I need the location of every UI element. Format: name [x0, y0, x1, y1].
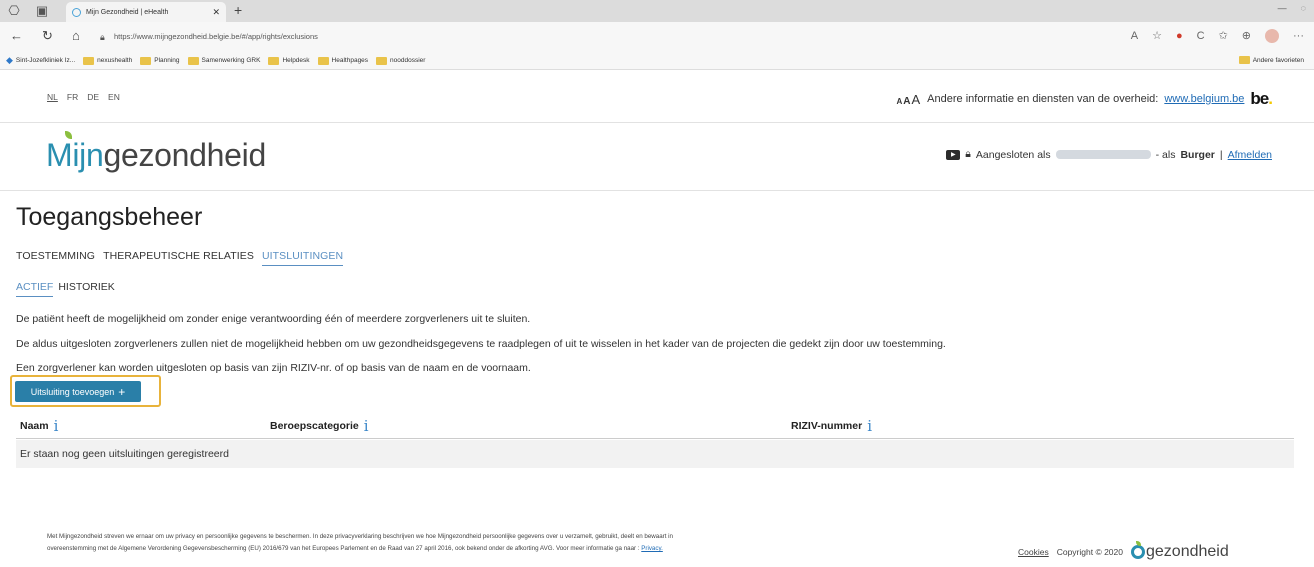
privacy-statement: Met Mijngezondheid streven we ernaar om … [47, 531, 947, 555]
logout-link[interactable]: Afmelden [1228, 149, 1272, 161]
mijngezondheid-logo[interactable]: Mijngezondheid [46, 131, 266, 174]
font-size-large[interactable]: A [912, 92, 922, 107]
back-icon[interactable]: ← [10, 28, 23, 43]
browser-toolbar-right: A ☆ ● C ✩ ⊕ ··· [1131, 27, 1304, 45]
subtab-actief[interactable]: ACTIEF [16, 281, 54, 297]
info-icon[interactable]: i [867, 419, 872, 434]
language-switcher: NL FR DE EN [47, 92, 120, 102]
footer-logo[interactable]: gezondheid [1131, 541, 1229, 561]
workspaces-icon[interactable]: ⎔ [6, 3, 22, 19]
info-icon[interactable]: i [364, 419, 369, 434]
column-header-naam[interactable]: Naam i [20, 419, 59, 434]
home-icon[interactable]: ⌂ [72, 28, 80, 43]
folder-icon [83, 56, 95, 65]
lock-icon: 🔒︎ [965, 148, 971, 160]
folder-icon [268, 56, 280, 65]
folder-icon [187, 56, 199, 65]
column-header-beroepscategorie[interactable]: Beroepscategorie i [270, 419, 369, 434]
logo-mark-icon [1131, 541, 1145, 559]
privacy-link[interactable]: Privacy. [641, 545, 663, 552]
read-aloud-icon[interactable]: A [1131, 27, 1138, 45]
site-favicon-icon [72, 7, 81, 17]
more-icon[interactable]: ··· [1293, 27, 1304, 45]
add-exclusion-button[interactable]: Uitsluiting toevoegen + [15, 381, 141, 402]
favorites-icon[interactable]: ✩ [1219, 27, 1228, 45]
info-icon[interactable]: i [54, 419, 59, 434]
header-divider [0, 190, 1314, 191]
window-controls: — ◌ [1278, 3, 1306, 13]
privacy-text: Met Mijngezondheid streven we ernaar om … [47, 533, 673, 540]
folder-icon [140, 56, 152, 65]
url-text: https://www.mijngezondheid.belgie.be/#/a… [114, 32, 318, 41]
collections-icon[interactable]: ⊕ [1242, 27, 1251, 45]
extension-icon[interactable]: ● [1176, 27, 1183, 45]
redacted-user-name [1055, 150, 1151, 159]
tab-uitsluitingen[interactable]: UITSLUITINGEN [261, 250, 344, 266]
role-prefix: - als [1155, 148, 1176, 161]
lang-fr[interactable]: FR [67, 92, 78, 102]
close-tab-icon[interactable]: ✕ [212, 7, 220, 18]
other-favorites[interactable]: Andere favorieten [1238, 56, 1304, 64]
favorite-item[interactable]: nexushealth [83, 56, 132, 65]
browser-tab[interactable]: Mijn Gezondheid | eHealth ✕ [66, 2, 226, 22]
tab-title: Mijn Gezondheid | eHealth [86, 8, 169, 16]
table-header: Naam i Beroepscategorie i RIZIV-nummer i [16, 413, 1294, 439]
profile-avatar[interactable] [1265, 29, 1279, 43]
lang-en[interactable]: EN [108, 92, 120, 102]
main-tabs: TOESTEMMING THERAPEUTISCHE RELATIES UITS… [16, 250, 344, 266]
restore-icon[interactable]: ◌ [1301, 3, 1306, 13]
page-title: Toegangsbeheer [16, 203, 203, 231]
folder-icon [317, 56, 329, 65]
plus-icon: + [118, 384, 126, 399]
favorite-item[interactable]: Planning [140, 56, 180, 65]
lang-nl[interactable]: NL [47, 92, 58, 102]
belgium-link[interactable]: www.belgium.be [1164, 93, 1244, 105]
cookies-link[interactable]: Cookies [1018, 547, 1049, 557]
font-size-controls: AAA [896, 92, 921, 107]
privacy-text: overeenstemming met de Algemene Verorden… [47, 545, 640, 552]
font-size-medium[interactable]: A [903, 96, 911, 107]
tab-actions-icon[interactable]: ▣ [34, 3, 50, 19]
lang-de[interactable]: DE [87, 92, 99, 102]
logged-in-label: Aangesloten als [975, 148, 1051, 161]
favorite-item[interactable]: nooddossier [376, 56, 425, 65]
minimize-icon[interactable]: — [1278, 3, 1287, 13]
be-logo[interactable]: be. [1250, 89, 1273, 109]
video-icon[interactable]: ▶ [946, 149, 961, 160]
favorite-item[interactable]: Healthpages [317, 56, 368, 65]
column-header-riziv-nummer[interactable]: RIZIV-nummer i [791, 419, 872, 434]
favorite-star-icon[interactable]: ☆ [1152, 27, 1162, 45]
refresh-icon[interactable]: ↻ [42, 28, 53, 44]
sub-tabs: ACTIEF HISTORIEK [16, 281, 115, 297]
session-info: ▶ 🔒︎ Aangesloten als - als Burger | Afme… [946, 148, 1272, 161]
footer-right: Cookies Copyright © 2020 gezondheid [1018, 541, 1229, 561]
pin-icon: ◆ [6, 55, 13, 65]
intro-paragraph: Een zorgverlener kan worden uitgesloten … [16, 362, 531, 374]
folder-icon [1238, 56, 1250, 64]
separator: | [1219, 148, 1223, 161]
intro-paragraph: De aldus uitgesloten zorgverleners zulle… [16, 338, 946, 350]
extension-c-icon[interactable]: C [1197, 27, 1205, 45]
folder-icon [376, 56, 388, 65]
table-empty-row: Er staan nog geen uitsluitingen geregist… [16, 440, 1294, 468]
url-field[interactable]: 🔒︎ https://www.mijngezondheid.belgie.be/… [100, 27, 1100, 47]
lock-icon: 🔒︎ [100, 32, 105, 42]
tab-therapeutische-relaties[interactable]: THERAPEUTISCHE RELATIES [103, 250, 254, 266]
favorite-item[interactable]: Samenwerking GRK [187, 56, 260, 65]
header-divider [0, 122, 1314, 123]
tab-toestemming[interactable]: TOESTEMMING [16, 250, 95, 266]
add-exclusion-label: Uitsluiting toevoegen [30, 386, 115, 397]
other-info-text: Andere informatie en diensten van de ove… [927, 93, 1159, 105]
subtab-historiek[interactable]: HISTORIEK [58, 281, 114, 297]
favorite-item[interactable]: ◆ Sint-Jozefkliniek Iz... [6, 55, 75, 66]
intro-paragraph: De patiënt heeft de mogelijkheid om zond… [16, 313, 531, 325]
government-info-bar: AAA Andere informatie en diensten van de… [896, 89, 1272, 109]
favorites-bar: ◆ Sint-Jozefkliniek Iz... nexushealth Pla… [0, 52, 1314, 70]
user-role: Burger [1180, 148, 1215, 161]
favorite-item[interactable]: Helpdesk [268, 56, 310, 65]
copyright-text: Copyright © 2020 [1056, 547, 1123, 557]
new-tab-icon[interactable]: + [234, 2, 242, 18]
